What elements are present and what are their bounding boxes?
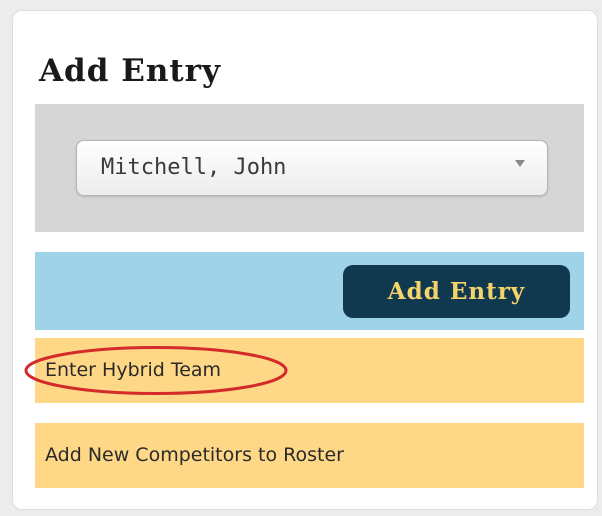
add-entry-button[interactable]: Add Entry xyxy=(343,265,570,318)
page-title: Add Entry xyxy=(39,53,222,89)
add-new-competitors-link[interactable]: Add New Competitors to Roster xyxy=(35,423,584,488)
chevron-down-icon xyxy=(515,160,525,167)
select-value: Mitchell, John xyxy=(101,155,287,180)
competitor-select[interactable]: Mitchell, John xyxy=(76,140,548,196)
enter-hybrid-team-link[interactable]: Enter Hybrid Team xyxy=(35,338,584,403)
